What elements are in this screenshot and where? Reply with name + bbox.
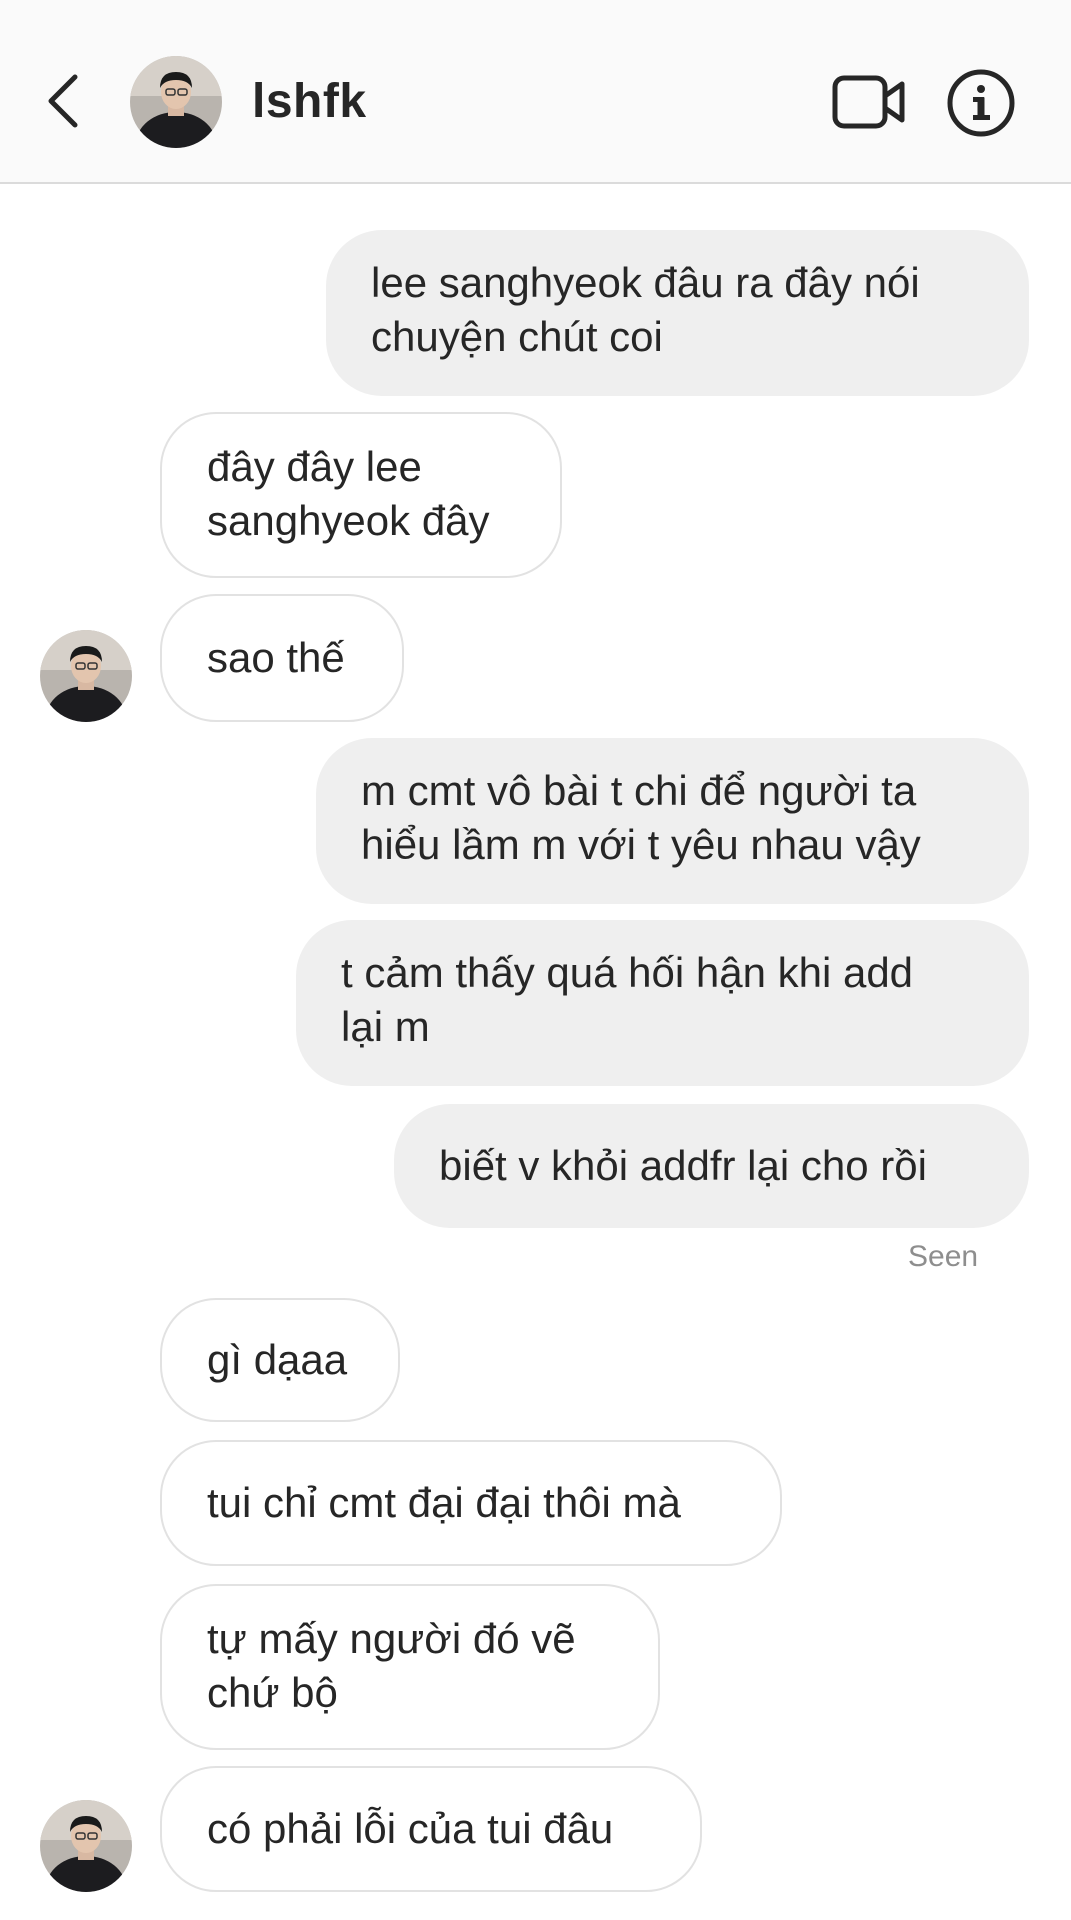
header-avatar[interactable] [130,56,222,148]
chat-username[interactable]: lshfk [252,74,367,129]
info-button[interactable] [946,68,1016,138]
sender-avatar[interactable] [40,1800,132,1892]
message-bubble-incoming[interactable]: đây đây lee sanghyeok đây [160,412,562,578]
chevron-left-icon [48,74,78,128]
message-bubble-outgoing[interactable]: m cmt vô bài t chi để người ta hiểu lầm … [316,738,1029,904]
chat-header: lshfk [0,0,1071,184]
message-bubble-incoming[interactable]: tui chỉ cmt đại đại thôi mà [160,1440,782,1566]
avatar-image [40,630,132,722]
message-bubble-incoming[interactable]: có phải lỗi của tui đâu [160,1766,702,1892]
message-bubble-incoming[interactable]: sao thế [160,594,404,722]
back-button[interactable] [40,70,86,132]
message-bubble-incoming[interactable]: gì dạaa [160,1298,400,1422]
video-call-button[interactable] [832,74,906,130]
info-circle-icon [947,69,1015,137]
message-bubble-outgoing[interactable]: biết v khỏi addfr lại cho rồi [394,1104,1029,1228]
avatar-image [40,1800,132,1892]
avatar-image [130,56,222,148]
message-bubble-outgoing[interactable]: lee sanghyeok đâu ra đây nói chuyện chút… [326,230,1029,396]
message-bubble-incoming[interactable]: tự mấy người đó vẽ chứ bộ [160,1584,660,1750]
sender-avatar[interactable] [40,630,132,722]
seen-indicator: Seen [908,1240,979,1273]
message-bubble-outgoing[interactable]: t cảm thấy quá hối hận khi add lại m [296,920,1029,1086]
video-camera-icon [832,75,905,129]
